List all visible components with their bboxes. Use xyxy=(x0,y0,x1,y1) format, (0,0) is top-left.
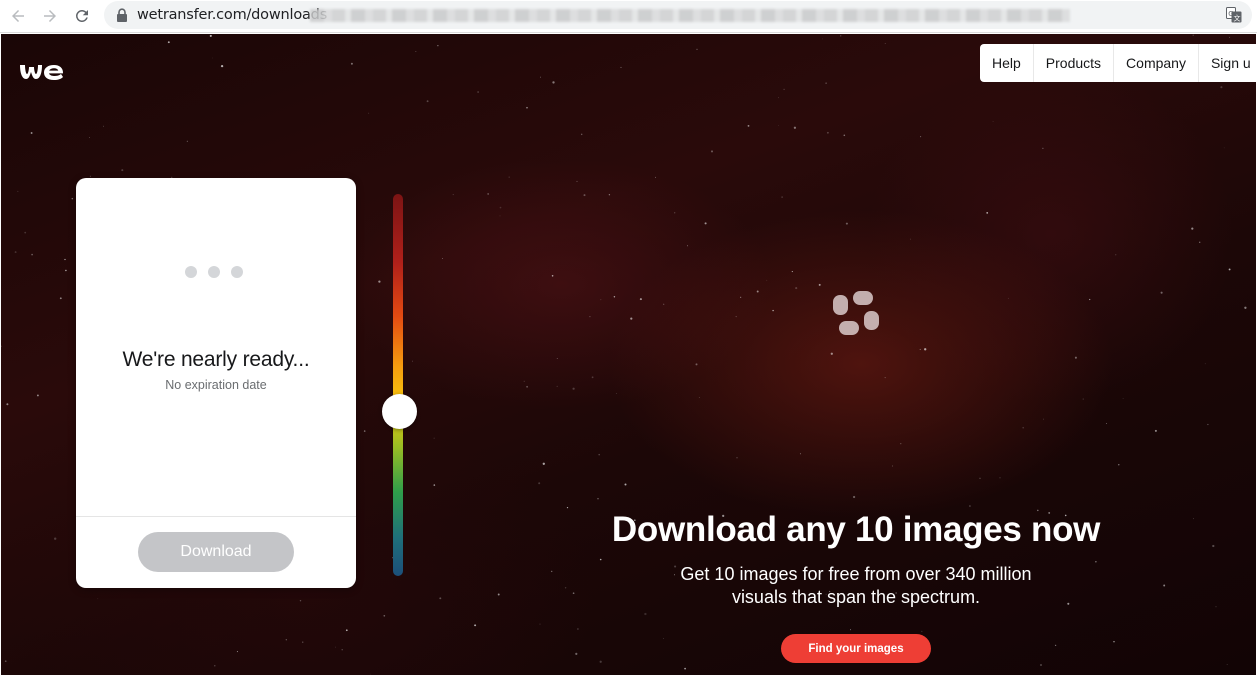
loading-dots xyxy=(185,266,249,278)
nav-company[interactable]: Company xyxy=(1114,44,1199,82)
spinner-blob xyxy=(853,291,873,305)
spinner-blob xyxy=(839,321,859,335)
promo-title: Download any 10 images now xyxy=(611,510,1101,549)
translate-icon[interactable]: G 文 xyxy=(1226,7,1242,23)
promo-subtitle: Get 10 images for free from over 340 mil… xyxy=(601,563,1111,609)
wetransfer-logo[interactable] xyxy=(19,60,67,84)
url-redacted xyxy=(310,9,1070,22)
promo-subtitle-line-2: visuals that span the spectrum. xyxy=(731,587,981,607)
loading-dot xyxy=(185,266,197,278)
spinner-blob xyxy=(864,311,879,330)
url-text: wetransfer.com/downloads xyxy=(137,7,328,23)
spectrum-slider-track[interactable] xyxy=(393,194,403,576)
forward-button[interactable] xyxy=(38,4,62,28)
svg-text:文: 文 xyxy=(1234,14,1241,23)
back-arrow-icon xyxy=(12,10,24,22)
browser-toolbar: wetransfer.com/downloads G 文 xyxy=(0,0,1257,33)
nav-sign-up[interactable]: Sign u xyxy=(1199,44,1256,82)
promo-subtitle-line-1: Get 10 images for free from over 340 mil… xyxy=(680,564,1032,584)
spinner-blob xyxy=(833,295,848,315)
reload-icon xyxy=(75,9,88,22)
page-background: Help Products Company Sign u We're nearl… xyxy=(1,34,1256,675)
loading-spinner-icon xyxy=(833,291,883,337)
address-bar[interactable]: wetransfer.com/downloads G 文 xyxy=(104,1,1252,29)
lock-icon xyxy=(117,8,127,22)
back-button[interactable] xyxy=(6,4,30,28)
top-navigation: Help Products Company Sign u xyxy=(980,44,1256,82)
spectrum-slider-handle[interactable] xyxy=(382,394,417,430)
reload-button[interactable] xyxy=(70,4,94,28)
find-images-button[interactable]: Find your images xyxy=(781,634,931,663)
loading-dot xyxy=(231,266,243,278)
forward-arrow-icon xyxy=(44,10,56,22)
loading-dot xyxy=(208,266,220,278)
expiration-text: No expiration date xyxy=(165,378,267,392)
card-divider xyxy=(76,516,356,517)
download-button[interactable]: Download xyxy=(138,532,294,572)
nav-help[interactable]: Help xyxy=(980,44,1034,82)
nav-products[interactable]: Products xyxy=(1034,44,1115,82)
card-title: We're nearly ready... xyxy=(122,348,310,371)
transfer-card: We're nearly ready... No expiration date… xyxy=(76,178,356,588)
